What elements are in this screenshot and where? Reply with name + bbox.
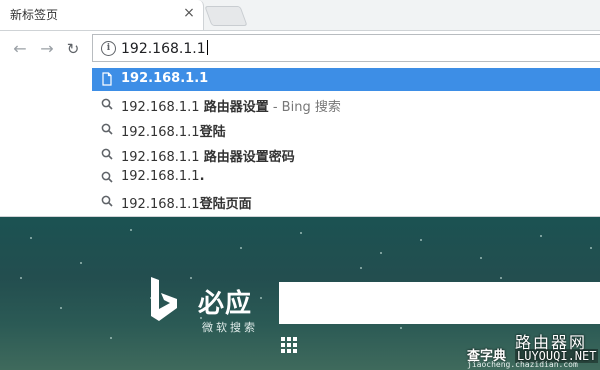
suggestion-text: 192.168.1.1 路由器设置 - Bing 搜索 (121, 96, 341, 115)
suggestion-text-part: 路由器设置密码 (203, 150, 295, 165)
text-caret (206, 40, 208, 55)
star-decoration (30, 237, 32, 239)
star-decoration (130, 229, 132, 231)
tab-strip: 新标签页 × (0, 0, 600, 31)
bing-subtitle: 微软搜索 (202, 321, 258, 334)
omnibox-suggestions: 192.168.1.1 192.168.1.1 路由器设置 - Bing 搜索 19… (0, 66, 600, 217)
suggestion-text-part: 登陆 (199, 125, 226, 140)
bing-search-input[interactable] (279, 282, 600, 324)
suggestion-text-part: 192.168.1.1 (121, 197, 200, 212)
suggestion-item[interactable]: 192.168.1.1 路由器设置 - Bing 搜索 (92, 93, 600, 116)
search-icon (101, 195, 113, 207)
info-icon[interactable]: i (101, 41, 116, 56)
suggestion-text-part: . (199, 169, 205, 184)
new-tab-button[interactable] (204, 6, 248, 26)
watermark-line4: jiaocheng.chazidian.com (467, 360, 578, 369)
search-icon (101, 98, 113, 110)
search-icon (101, 171, 113, 183)
address-bar[interactable]: i 192.168.1.1 (92, 34, 600, 62)
suggestion-text-part: 192.168.1.1 (121, 100, 204, 115)
suggestion-text-part: 192.168.1.1 (121, 125, 200, 140)
suggestion-text: 192.168.1.1. (121, 169, 205, 184)
apps-grid-icon[interactable] (281, 337, 297, 353)
bing-logo-icon (151, 277, 177, 321)
star-decoration (480, 257, 482, 259)
star-decoration (300, 232, 302, 234)
star-decoration (20, 277, 22, 279)
star-decoration (420, 239, 422, 241)
star-decoration (110, 337, 112, 339)
star-decoration (240, 247, 242, 249)
suggestion-text: 192.168.1.1登陆 (121, 121, 226, 140)
tab-title: 新标签页 (10, 8, 59, 22)
forward-icon[interactable]: → (37, 39, 57, 59)
star-decoration (60, 307, 62, 309)
suggestion-text-part: 192.168.1.1 (121, 169, 200, 184)
reload-icon[interactable]: ↻ (63, 39, 83, 59)
suggestion-item[interactable]: 192.168.1.1 (92, 68, 600, 91)
star-decoration (80, 262, 82, 264)
suggestion-text: 192.168.1.1 路由器设置密码 (121, 146, 295, 165)
suggestion-text-part: 192.168.1.1 (121, 150, 204, 165)
close-icon[interactable]: × (182, 6, 196, 20)
star-decoration (400, 327, 402, 329)
suggestion-text-part: 192.168.1.1 (121, 71, 209, 86)
address-input[interactable]: 192.168.1.1 (121, 40, 208, 57)
search-icon (101, 123, 113, 135)
suggestion-text-part: - Bing 搜索 (268, 100, 341, 115)
suggestion-item[interactable]: 192.168.1.1. (92, 166, 600, 189)
suggestion-text: 192.168.1.1 (121, 71, 208, 86)
watermark: 路由器网 查字典 LUYOUQI.NET jiaocheng.chazidian… (467, 329, 599, 369)
suggestion-item[interactable]: 192.168.1.1登陆 (92, 118, 600, 141)
toolbar: ← → ↻ i 192.168.1.1 (0, 31, 600, 66)
search-icon (101, 148, 113, 160)
page-icon (102, 72, 112, 86)
star-decoration (380, 252, 382, 254)
tab-new-tab[interactable]: 新标签页 × (0, 0, 204, 30)
star-decoration (500, 277, 502, 279)
star-decoration (260, 297, 262, 299)
suggestion-item[interactable]: 192.168.1.1登陆页面 (92, 190, 600, 213)
address-value: 192.168.1.1 (121, 41, 206, 57)
back-icon[interactable]: ← (10, 39, 30, 59)
star-decoration (360, 267, 362, 269)
star-decoration (540, 235, 542, 237)
suggestion-item[interactable]: 192.168.1.1 路由器设置密码 (92, 143, 600, 166)
star-decoration (190, 277, 192, 279)
suggestion-text-part: 登陆页面 (199, 197, 252, 212)
bing-brand-name: 必应 (198, 289, 253, 319)
suggestion-text: 192.168.1.1登陆页面 (121, 193, 252, 212)
star-decoration (590, 247, 592, 249)
suggestion-text-part: 路由器设置 (203, 100, 269, 115)
